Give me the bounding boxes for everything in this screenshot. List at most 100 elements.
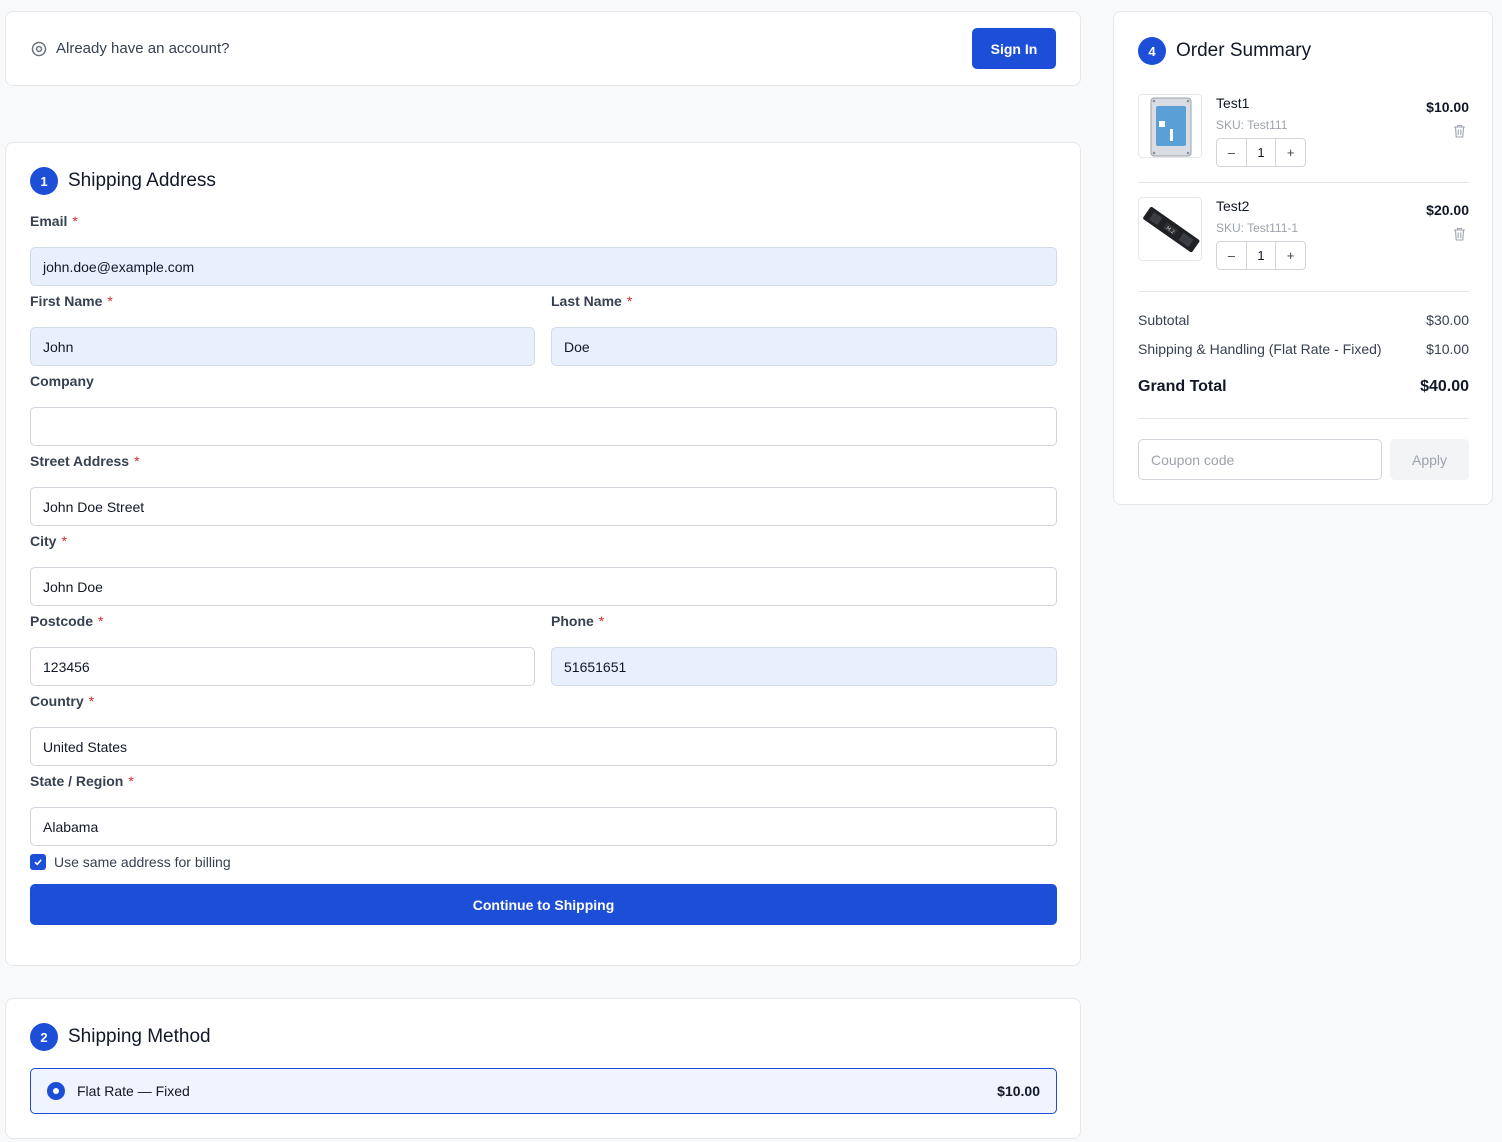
decrease-qty-button[interactable]: – — [1217, 139, 1246, 166]
shipping-label: Shipping & Handling (Flat Rate - Fixed) — [1138, 341, 1382, 357]
first-name-input[interactable]: John — [30, 327, 535, 366]
required-mark: * — [107, 293, 113, 309]
email-field-group: Email * john.doe@example.com — [30, 213, 1057, 286]
shipping-option-flat-rate[interactable]: Flat Rate — Fixed $10.00 — [30, 1068, 1057, 1114]
city-field-group: City * John Doe — [30, 533, 1057, 606]
billing-checkbox-row[interactable]: Use same address for billing — [30, 854, 231, 870]
required-mark: * — [61, 533, 67, 549]
subtotal-value: $30.00 — [1426, 312, 1469, 328]
divider — [1138, 418, 1469, 419]
step-badge: 4 — [1138, 37, 1166, 65]
first-name-label: First Name — [30, 293, 103, 309]
city-label: City — [30, 533, 57, 549]
apply-coupon-button[interactable]: Apply — [1390, 439, 1469, 480]
increase-qty-button[interactable]: + — [1276, 139, 1305, 166]
item-price: $20.00 — [1426, 202, 1469, 218]
company-label: Company — [30, 373, 94, 389]
product-thumbnail[interactable]: M.2 — [1138, 197, 1202, 261]
phone-label: Phone — [551, 613, 594, 629]
item-name: Test2 — [1216, 198, 1250, 214]
sign-in-button[interactable]: Sign In — [972, 28, 1056, 69]
trash-icon[interactable] — [1453, 227, 1466, 241]
state-field-group: State / Region * Alabama — [30, 773, 1057, 846]
street-label: Street Address — [30, 453, 130, 469]
shipping-option-price: $10.00 — [997, 1083, 1040, 1099]
last-name-input[interactable]: Doe — [551, 327, 1057, 366]
step-badge: 2 — [30, 1023, 58, 1051]
quantity-stepper: – 1 + — [1216, 138, 1306, 167]
postcode-field-group: Postcode * 123456 — [30, 613, 535, 686]
last-name-label: Last Name — [551, 293, 622, 309]
required-mark: * — [626, 293, 633, 309]
state-select[interactable]: Alabama — [30, 807, 1057, 846]
phone-field-group: Phone * 51651651 — [551, 613, 1057, 686]
last-name-field-group: Last Name * Doe — [551, 293, 1057, 366]
state-label: State / Region — [30, 773, 124, 789]
qty-value[interactable]: 1 — [1245, 242, 1277, 269]
shipping-option-label: Flat Rate — Fixed — [77, 1083, 190, 1099]
radio-selected-icon[interactable] — [47, 1082, 65, 1100]
city-input[interactable]: John Doe — [30, 567, 1057, 606]
street-input[interactable]: John Doe Street — [30, 487, 1057, 526]
product-thumbnail[interactable] — [1138, 94, 1202, 158]
hard-drive-image — [1150, 97, 1192, 157]
item-sku: SKU: Test111-1 — [1216, 221, 1299, 235]
country-select[interactable]: United States — [30, 727, 1057, 766]
signin-prompt: Already have an account? — [56, 40, 230, 57]
section-header: 2 Shipping Method — [30, 1023, 211, 1051]
required-mark: * — [598, 613, 605, 629]
shipping-method-section: 2 Shipping Method Flat Rate — Fixed $10.… — [5, 998, 1081, 1139]
street-field-group: Street Address * John Doe Street — [30, 453, 1057, 526]
country-field-group: Country * United States — [30, 693, 1057, 766]
check-icon — [34, 859, 42, 866]
email-label: Email — [30, 213, 68, 229]
shipping-row: Shipping & Handling (Flat Rate - Fixed) … — [1138, 341, 1469, 357]
step-badge: 1 — [30, 167, 58, 195]
divider — [1138, 182, 1469, 183]
postcode-label: Postcode — [30, 613, 94, 629]
company-field-group: Company — [30, 373, 1057, 446]
required-mark: * — [134, 453, 140, 469]
email-input[interactable]: john.doe@example.com — [30, 247, 1057, 286]
shipping-value: $10.00 — [1426, 341, 1469, 357]
required-mark: * — [98, 613, 104, 629]
continue-to-shipping-button[interactable]: Continue to Shipping — [30, 884, 1057, 925]
grand-total-value: $40.00 — [1420, 378, 1469, 395]
section-header: 1 Shipping Address — [30, 167, 216, 195]
location-ring-icon — [31, 41, 47, 57]
postcode-input[interactable]: 123456 — [30, 647, 535, 686]
increase-qty-button[interactable]: + — [1276, 242, 1305, 269]
coupon-input[interactable]: Coupon code — [1138, 439, 1382, 480]
shipping-address-section: 1 Shipping Address Email * john.doe@examp… — [5, 142, 1081, 966]
first-name-field-group: First Name * John — [30, 293, 535, 366]
required-mark: * — [128, 773, 134, 789]
section-title: Shipping Method — [68, 1026, 211, 1047]
trash-icon[interactable] — [1453, 124, 1466, 138]
section-title: Order Summary — [1176, 40, 1312, 61]
qty-value[interactable]: 1 — [1245, 139, 1277, 166]
billing-checkbox-label: Use same address for billing — [54, 854, 231, 870]
required-mark: * — [88, 693, 95, 709]
grand-total-label: Grand Total — [1138, 378, 1227, 395]
divider — [1138, 291, 1469, 292]
item-name: Test1 — [1216, 95, 1250, 111]
subtotal-label: Subtotal — [1138, 312, 1190, 328]
grand-total-row: Grand Total $40.00 — [1138, 378, 1469, 396]
item-sku: SKU: Test111 — [1216, 118, 1288, 132]
billing-checkbox[interactable] — [30, 854, 46, 870]
cart-item: M.2 Test2 SKU: Test111-1 $20.00 – 1 + — [1138, 197, 1469, 273]
phone-input[interactable]: 51651651 — [551, 647, 1057, 686]
decrease-qty-button[interactable]: – — [1217, 242, 1246, 269]
subtotal-row: Subtotal $30.00 — [1138, 312, 1469, 328]
ssd-image: M.2 — [1143, 207, 1200, 253]
signin-banner: Already have an account? Sign In — [5, 11, 1081, 86]
required-mark: * — [72, 213, 78, 229]
quantity-stepper: – 1 + — [1216, 241, 1306, 270]
item-price: $10.00 — [1426, 99, 1469, 115]
order-summary-section: 4 Order Summary Test1 SKU: Test111 $10.0… — [1113, 11, 1493, 505]
cart-item: Test1 SKU: Test111 $10.00 – 1 + — [1138, 94, 1469, 170]
country-label: Country — [30, 693, 84, 709]
section-title: Shipping Address — [68, 170, 216, 191]
company-input[interactable] — [30, 407, 1057, 446]
section-header: 4 Order Summary — [1138, 37, 1311, 65]
